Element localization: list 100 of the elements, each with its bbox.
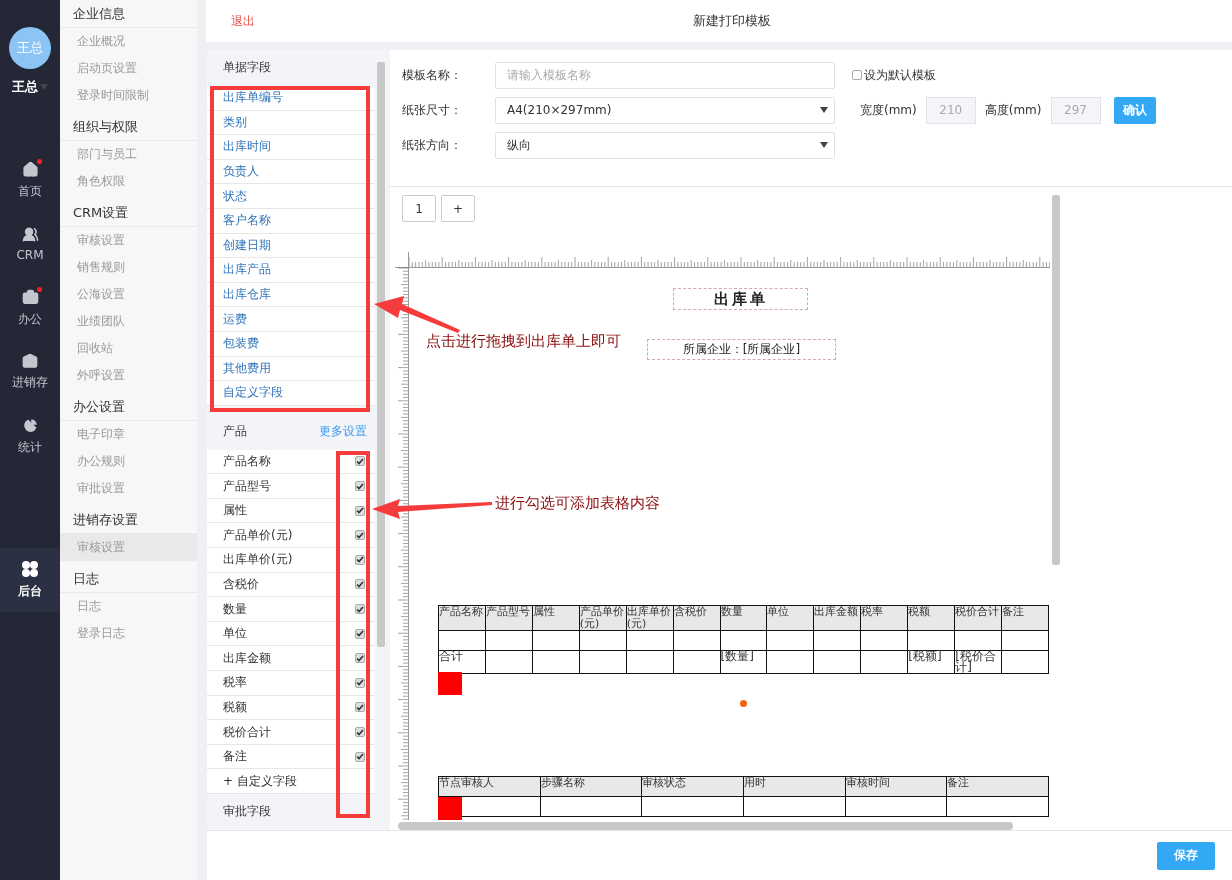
field-item[interactable]: 客户名称 — [223, 212, 271, 230]
column-header: 税价合计 — [954, 605, 1002, 631]
field-label: 属性 — [223, 502, 247, 520]
checkbox[interactable] — [355, 653, 365, 664]
add-page-button[interactable]: + — [441, 195, 475, 222]
resize-handle[interactable] — [438, 797, 462, 820]
field-item[interactable]: 出库单编号 — [223, 89, 283, 107]
page-title: 新建打印模板 — [692, 12, 771, 30]
add-custom-field-link[interactable]: + 自定义字段 — [223, 772, 297, 790]
scrollbar[interactable] — [377, 62, 385, 647]
field-item[interactable]: 出库产品 — [223, 261, 271, 279]
scrollbar[interactable] — [398, 822, 1013, 830]
field-label: 税额 — [223, 698, 247, 716]
checkbox[interactable] — [355, 727, 365, 737]
column-header: 产品名称 — [438, 605, 486, 631]
column-header: 出库金额 — [813, 605, 861, 631]
checkbox[interactable] — [355, 751, 365, 762]
anchor-dot[interactable] — [740, 700, 747, 707]
submenu-item[interactable]: 审核设置 — [60, 227, 197, 254]
checkbox[interactable] — [852, 70, 862, 80]
nav-item[interactable]: 办公 — [0, 276, 60, 340]
document-title[interactable]: 出库单 — [673, 288, 808, 310]
submenu-item[interactable]: 启动页设置 — [60, 55, 197, 82]
column-header: 步骤名称 — [540, 776, 642, 797]
field-item[interactable]: 出库仓库 — [223, 286, 271, 304]
company-field[interactable]: 所属企业：[所属企业] — [647, 339, 836, 360]
checkbox[interactable] — [355, 456, 365, 467]
table-cell — [954, 630, 1002, 651]
field-label: 产品型号 — [223, 477, 271, 495]
submenu-item[interactable]: 角色权限 — [60, 168, 197, 195]
submenu-item[interactable]: 电子印章 — [60, 421, 197, 448]
field-label: 宽度(mm) — [860, 101, 917, 119]
field-label: 税价合计 — [223, 723, 271, 741]
submenu-item[interactable]: 审批设置 — [60, 475, 197, 502]
users-icon — [21, 226, 39, 243]
field-item[interactable]: 其他费用 — [223, 359, 271, 377]
submenu-item[interactable]: 企业概况 — [60, 28, 197, 55]
checkbox[interactable] — [355, 702, 365, 713]
table-cell — [626, 630, 674, 651]
field-label: 备注 — [223, 748, 247, 766]
submenu-item[interactable]: 办公规则 — [60, 448, 197, 475]
template-name-input[interactable]: 请输入模板名称 — [495, 61, 835, 89]
page-button[interactable]: 1 — [402, 195, 436, 222]
submenu-item[interactable]: 登录日志 — [60, 620, 197, 647]
checkbox[interactable] — [355, 628, 365, 639]
annotation-text: 点击进行拖拽到出库单上即可 — [426, 332, 621, 351]
field-item[interactable]: 运费 — [223, 310, 247, 328]
submenu-item[interactable]: 公海设置 — [60, 281, 197, 308]
caret-icon — [820, 107, 828, 113]
submenu-item[interactable]: 日志 — [60, 593, 197, 620]
checkbox[interactable] — [355, 530, 365, 541]
submenu-item[interactable]: 外呼设置 — [60, 362, 197, 389]
column-header: 税额 — [907, 605, 955, 631]
paper-size-select[interactable]: A4(210×297mm) — [495, 96, 835, 124]
section-title: 单据字段 — [223, 59, 271, 77]
nav-item[interactable]: CRM — [0, 212, 60, 276]
checkbox[interactable] — [355, 505, 365, 516]
field-label: 模板名称： — [402, 66, 463, 84]
field-label: 高度(mm) — [984, 101, 1042, 119]
table-cell: [税额] — [907, 650, 955, 674]
checkbox[interactable] — [355, 481, 365, 492]
checkbox[interactable] — [355, 604, 365, 615]
submenu-item[interactable]: 业绩团队 — [60, 308, 197, 335]
more-settings-link[interactable]: 更多设置 — [319, 423, 367, 441]
field-item[interactable]: 包装费 — [223, 335, 259, 353]
submenu-item[interactable]: 销售规则 — [60, 254, 197, 281]
column-header: 数量 — [720, 605, 767, 631]
checkbox[interactable] — [355, 677, 365, 688]
field-label: 出库金额 — [223, 649, 271, 667]
column-header: 单位 — [766, 605, 814, 631]
nav-item[interactable]: 统计 — [0, 404, 60, 468]
nav-item[interactable]: 进销存 — [0, 340, 60, 404]
submenu-item[interactable]: 部门与员工 — [60, 141, 197, 168]
column-header: 属性 — [532, 605, 580, 631]
orientation-select[interactable]: 纵向 — [495, 131, 835, 159]
nav-item[interactable]: 首页 — [0, 148, 60, 212]
table-cell — [813, 650, 861, 674]
field-item[interactable]: 负责人 — [223, 163, 259, 181]
field-label: 数量 — [223, 600, 247, 618]
home-icon — [21, 160, 39, 178]
field-item[interactable]: 创建日期 — [223, 236, 271, 254]
field-item[interactable]: 状态 — [223, 187, 247, 205]
resize-handle[interactable] — [438, 672, 462, 695]
user-menu[interactable]: 王总 — [12, 78, 48, 96]
submenu-item[interactable]: 登录时间限制 — [60, 82, 197, 109]
field-item[interactable]: 类别 — [223, 113, 247, 131]
nav-item[interactable]: 后台 — [0, 548, 60, 612]
checkbox[interactable] — [355, 554, 365, 565]
table-cell — [485, 630, 533, 651]
table-cell — [860, 630, 908, 651]
briefcase-icon — [21, 288, 39, 306]
table-cell — [532, 630, 580, 651]
scrollbar[interactable] — [1052, 195, 1060, 565]
exit-link[interactable]: 退出 — [231, 12, 255, 30]
field-item[interactable]: 出库时间 — [223, 138, 271, 156]
submenu-item[interactable]: 回收站 — [60, 335, 197, 362]
field-item[interactable]: 自定义字段 — [223, 384, 283, 402]
table-cell — [579, 650, 627, 674]
menu-group-title: CRM设置 — [60, 199, 197, 227]
checkbox[interactable] — [355, 579, 365, 590]
